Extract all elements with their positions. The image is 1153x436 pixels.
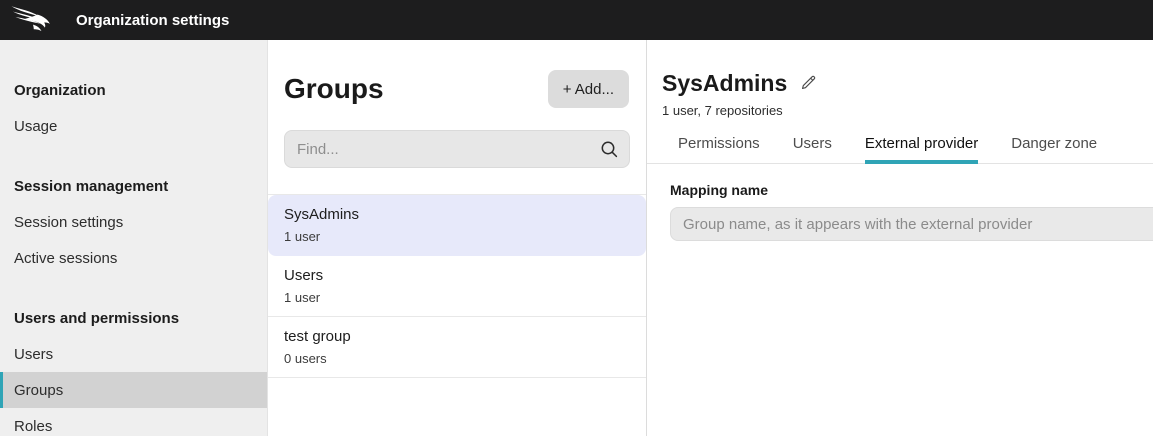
edit-name-button[interactable]	[800, 74, 817, 94]
groups-panel-header: Groups + Add...	[268, 40, 646, 108]
group-row-users[interactable]: Users 1 user	[268, 256, 646, 317]
topbar: Organization settings	[0, 0, 1153, 40]
tab-danger-zone[interactable]: Danger zone	[1011, 135, 1097, 164]
sidebar: Organization Usage Session management Se…	[0, 40, 267, 436]
sidebar-header-organization: Organization	[0, 72, 267, 108]
tab-users[interactable]: Users	[793, 135, 832, 164]
tab-permissions[interactable]: Permissions	[678, 135, 760, 164]
group-search	[284, 130, 630, 168]
page-title: Organization settings	[76, 12, 229, 29]
sidebar-item-groups[interactable]: Groups	[0, 372, 267, 408]
main-layout: Organization Usage Session management Se…	[0, 40, 1153, 436]
sidebar-section-session-management: Session management Session settings Acti…	[0, 168, 267, 276]
sidebar-section-organization: Organization Usage	[0, 72, 267, 144]
group-count: 1 user	[284, 289, 630, 306]
mapping-name-input[interactable]	[670, 207, 1153, 241]
sidebar-item-active-sessions[interactable]: Active sessions	[0, 240, 267, 276]
sidebar-item-roles[interactable]: Roles	[0, 408, 267, 436]
group-name: Users	[284, 265, 630, 286]
add-group-button[interactable]: + Add...	[548, 70, 629, 108]
groups-panel: Groups + Add... SysAdmins 1 user Users 1…	[267, 40, 647, 436]
sidebar-item-usage[interactable]: Usage	[0, 108, 267, 144]
sidebar-section-users-permissions: Users and permissions Users Groups Roles	[0, 300, 267, 436]
group-row-sysadmins[interactable]: SysAdmins 1 user	[268, 195, 646, 256]
group-count: 0 users	[284, 350, 630, 367]
external-provider-content: Mapping name	[647, 164, 1153, 241]
sidebar-header-users-permissions: Users and permissions	[0, 300, 267, 336]
falcon-logo-icon	[10, 3, 58, 37]
sidebar-item-session-settings[interactable]: Session settings	[0, 204, 267, 240]
sidebar-header-session-management: Session management	[0, 168, 267, 204]
detail-header: SysAdmins 1 user, 7 repositories	[647, 40, 1153, 118]
group-list: SysAdmins 1 user Users 1 user test group…	[268, 194, 646, 378]
tab-external-provider[interactable]: External provider	[865, 135, 978, 164]
mapping-name-label: Mapping name	[670, 182, 1153, 198]
group-search-input[interactable]	[284, 130, 630, 168]
detail-title: SysAdmins	[662, 70, 787, 97]
detail-tabs: Permissions Users External provider Dang…	[647, 135, 1153, 164]
sidebar-item-users[interactable]: Users	[0, 336, 267, 372]
group-detail-panel: SysAdmins 1 user, 7 repositories Permiss…	[647, 40, 1153, 436]
groups-title: Groups	[284, 70, 384, 108]
group-row-test-group[interactable]: test group 0 users	[268, 317, 646, 378]
group-name: test group	[284, 326, 630, 347]
group-count: 1 user	[284, 228, 630, 245]
group-name: SysAdmins	[284, 204, 630, 225]
detail-subtitle: 1 user, 7 repositories	[662, 103, 1153, 118]
pencil-icon	[800, 74, 817, 94]
